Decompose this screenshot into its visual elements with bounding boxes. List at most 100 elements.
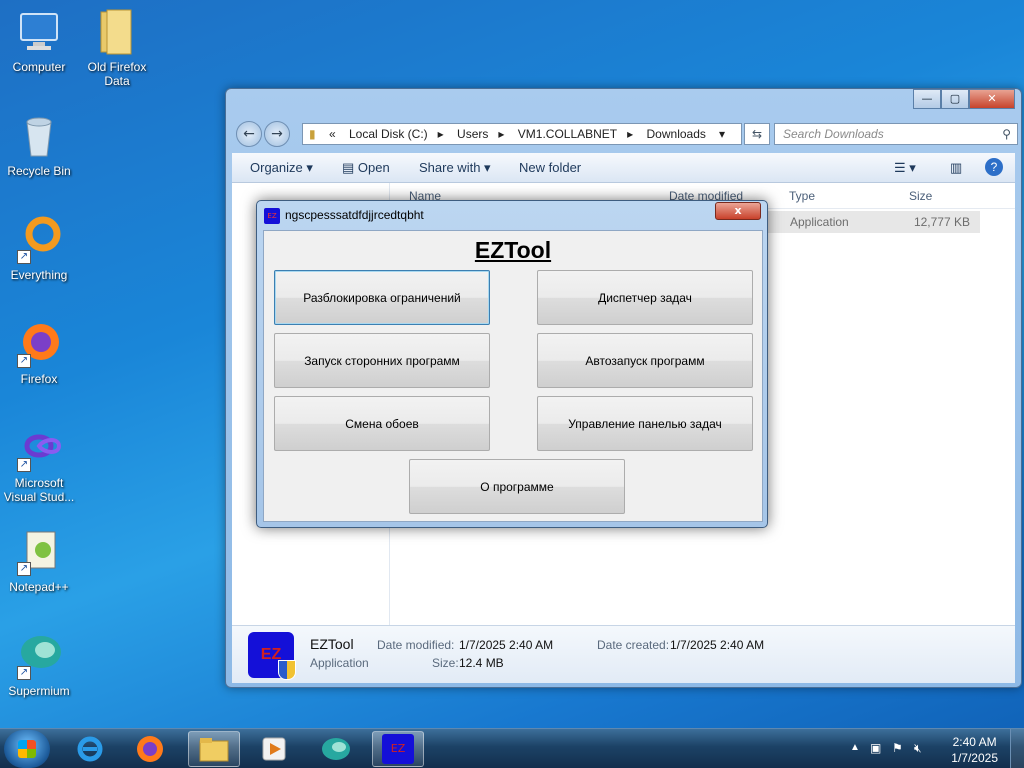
eztool-app-icon: EZ [264, 208, 280, 224]
everything-icon: ↗ [15, 216, 63, 264]
open-icon: ▤ [342, 160, 355, 175]
taskbar-firefox[interactable] [124, 731, 176, 767]
path-overflow[interactable]: « [329, 127, 336, 141]
back-button[interactable]: ← [236, 121, 262, 147]
eztool-icon: EZ [248, 632, 296, 680]
taskbar: EZ ▲ ▣ ⚑ 🔇︎ 2:40 AM 1/7/2025 [0, 728, 1024, 768]
breadcrumb-users[interactable]: Users [457, 127, 488, 141]
search-placeholder: Search Downloads [783, 127, 884, 141]
desktop-icon-label: Old Firefox Data [87, 60, 147, 88]
desktop-icon-everything[interactable]: ↗ Everything [0, 216, 78, 282]
details-date-created: 1/7/2025 2:40 AM [670, 638, 765, 652]
desktop-icon-label: Notepad++ [9, 580, 69, 594]
run-third-party-button[interactable]: Запуск сторонних программ [274, 333, 490, 388]
shortcut-arrow-icon: ↗ [17, 666, 31, 680]
breadcrumb-downloads[interactable]: Downloads [647, 127, 706, 141]
details-pane: EZ EZTool Application Date modified: 1/7… [232, 625, 1015, 683]
firefox-icon [137, 736, 163, 762]
help-icon[interactable]: ? [985, 158, 1003, 176]
desktop-icon-label: Microsoft Visual Stud... [3, 476, 75, 504]
volume-muted-icon[interactable]: 🔇︎ [914, 741, 922, 756]
supermium-icon [322, 738, 350, 760]
share-with-button[interactable]: Share with ▾ [419, 160, 491, 176]
dialog-close-button[interactable]: x [715, 202, 761, 220]
action-center-flag-icon[interactable]: ⚑ [892, 741, 903, 755]
address-bar[interactable]: ▮ « Local Disk (C:) ▸ Users ▸ VM1.COLLABNE… [302, 123, 742, 145]
search-input[interactable]: Search Downloads ⚲ [774, 123, 1018, 145]
taskbar-control-button[interactable]: Управление панелью задач [537, 396, 753, 451]
column-type[interactable]: Type [789, 189, 815, 203]
desktop-icon-label: Firefox [20, 372, 58, 386]
chevron-down-icon[interactable]: ▾ [719, 124, 725, 144]
desktop-icon-firefox[interactable]: ↗ Firefox [0, 320, 78, 386]
folder-icon [199, 738, 229, 762]
breadcrumb-user-folder[interactable]: VM1.COLLABNET [518, 127, 617, 141]
breadcrumb-separator-icon[interactable]: ▸ [438, 127, 444, 141]
taskbar-eztool[interactable]: EZ [372, 731, 424, 767]
firefox-icon: ↗ [15, 320, 63, 368]
taskbar-explorer[interactable] [188, 731, 240, 767]
folder-icon: ▮ [309, 127, 316, 141]
desktop-icon-visual-studio[interactable]: ↗ Microsoft Visual Stud... [0, 424, 78, 504]
desktop-icon-recycle-bin[interactable]: Recycle Bin [0, 112, 78, 178]
media-player-icon [262, 737, 286, 761]
refresh-button[interactable]: ⇆ [744, 123, 770, 145]
details-date-created-label: Date created: [597, 638, 670, 652]
desktop-icon-label: Recycle Bin [7, 164, 71, 178]
taskbar-media-player[interactable] [248, 731, 300, 767]
show-hidden-icons-icon[interactable]: ▲ [850, 742, 860, 753]
autostart-button[interactable]: Автозапуск программ [537, 333, 753, 388]
window-controls: — ▢ ✕ [913, 89, 1015, 109]
desktop-icon-notepad-plus-plus[interactable]: ↗ Notepad++ [0, 528, 78, 594]
start-button[interactable] [4, 730, 50, 768]
dialog-body: EZTool Разблокировка ограничений Диспетч… [263, 230, 763, 522]
taskbar-supermium[interactable] [310, 731, 362, 767]
maximize-button[interactable]: ▢ [941, 89, 969, 109]
details-date-modified-label: Date modified: [377, 638, 455, 652]
breadcrumb-separator-icon[interactable]: ▸ [627, 127, 633, 141]
desktop-icon-supermium[interactable]: ↗ Supermium [0, 632, 78, 698]
search-icon[interactable]: ⚲ [1002, 124, 1011, 144]
column-size[interactable]: Size [909, 189, 932, 203]
about-button[interactable]: О программе [409, 459, 625, 514]
windows-logo-icon [18, 740, 36, 758]
preview-pane-icon[interactable]: ▥ [950, 160, 962, 176]
unlock-restrictions-button[interactable]: Разблокировка ограничений [274, 270, 490, 325]
network-icon[interactable]: ▣ [870, 741, 881, 755]
file-type: Application [790, 215, 849, 229]
clock[interactable]: 2:40 AM 1/7/2025 [951, 734, 998, 766]
navigation-bar: ← → ▮ « Local Disk (C:) ▸ Users ▸ VM1.COLL… [234, 121, 1018, 147]
minimize-button[interactable]: — [913, 89, 941, 109]
computer-icon [15, 8, 63, 56]
breadcrumb-local-disk[interactable]: Local Disk (C:) [349, 127, 428, 141]
organize-button[interactable]: Organize ▾ [250, 160, 313, 176]
view-options-icon[interactable]: ☰ ▾ [894, 160, 916, 176]
desktop-icon-label: Supermium [8, 684, 70, 698]
show-desktop-button[interactable] [1010, 729, 1024, 768]
taskbar-internet-explorer[interactable] [64, 731, 116, 767]
desktop-icon-computer[interactable]: Computer [0, 8, 78, 74]
details-file-name: EZTool [310, 636, 354, 652]
close-button[interactable]: ✕ [969, 89, 1015, 109]
command-bar: Organize ▾ ▤ Open Share with ▾ New folde… [232, 153, 1015, 183]
change-wallpaper-button[interactable]: Смена обоев [274, 396, 490, 451]
new-folder-button[interactable]: New folder [519, 160, 581, 175]
desktop-icon-label: Everything [10, 268, 68, 282]
open-button[interactable]: ▤ Open [342, 160, 390, 176]
recycle-bin-icon [15, 112, 63, 160]
details-file-kind: Application [310, 656, 369, 670]
dialog-title: ngscpesssatdfdjjrcedtqbht [285, 208, 424, 222]
breadcrumb-separator-icon[interactable]: ▸ [498, 127, 504, 141]
clock-time: 2:40 AM [952, 735, 997, 749]
eztool-icon: EZ [382, 734, 414, 764]
task-manager-button[interactable]: Диспетчер задач [537, 270, 753, 325]
internet-explorer-icon [77, 736, 103, 762]
shortcut-arrow-icon: ↗ [17, 250, 31, 264]
system-tray: ▲ ▣ ⚑ 🔇︎ 2:40 AM 1/7/2025 [834, 729, 1024, 768]
visual-studio-icon: ↗ [15, 424, 63, 472]
desktop-icon-old-firefox-data[interactable]: Old Firefox Data [78, 8, 156, 88]
details-size: 12.4 MB [459, 656, 504, 670]
details-date-modified: 1/7/2025 2:40 AM [459, 638, 554, 652]
forward-button[interactable]: → [264, 121, 290, 147]
dialog-heading: EZTool [474, 237, 552, 263]
